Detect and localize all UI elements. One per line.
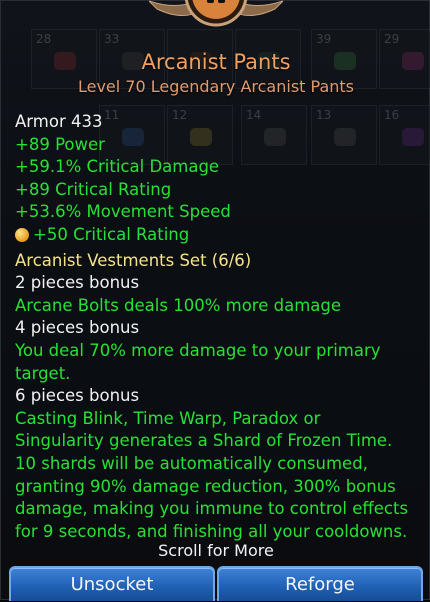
unsocket-button[interactable]: Unsocket xyxy=(9,566,215,601)
set-bonus-6-label: 6 pieces bonus xyxy=(15,386,140,406)
set-bonus-6-text: Singularity generates a Shard of Frozen … xyxy=(15,431,393,451)
move-speed-stat: +53.6% Movement Speed xyxy=(15,202,231,222)
slot-number: 28 xyxy=(36,32,52,46)
set-bonus-6-text: granting 90% damage reduction, 300% bonu… xyxy=(15,476,396,496)
armor-stat: Armor 433 xyxy=(15,112,103,131)
set-bonus-2-text: Arcane Bolts deals 100% more damage xyxy=(15,295,342,315)
gem-bonus-text: +50 Critical Rating xyxy=(33,224,190,244)
set-name: Arcanist Vestments Set (6/6) xyxy=(15,250,252,270)
item-tooltip-panel: 28 33 39 29 11 12 14 13 16 Arcanist Pant… xyxy=(0,0,430,601)
slot-number: 29 xyxy=(384,32,400,46)
scroll-hint: Scroll for More xyxy=(158,541,274,560)
slot-number: 33 xyxy=(104,32,120,46)
orange-gem-icon xyxy=(15,227,29,242)
set-bonus-4-text: target. xyxy=(15,363,71,383)
slot-number: 39 xyxy=(316,32,332,46)
set-bonus-6-text: for 9 seconds, and finishing all your co… xyxy=(15,521,408,541)
power-stat: +89 Power xyxy=(15,134,105,154)
set-bonus-4-text: You deal 70% more damage to your primary xyxy=(15,340,381,360)
item-portrait-ornament xyxy=(149,0,283,27)
set-bonus-2-label: 2 pieces bonus xyxy=(15,273,140,293)
item-details[interactable]: Armor 433 +89 Power +59.1% Critical Dama… xyxy=(15,111,421,543)
gem-bonus-stat: +50 Critical Rating xyxy=(15,224,421,247)
reforge-button[interactable]: Reforge xyxy=(217,566,423,601)
crit-rating-stat: +89 Critical Rating xyxy=(15,179,172,199)
item-subtitle: Level 70 Legendary Arcanist Pants xyxy=(77,77,354,96)
set-bonus-6-text: Casting Blink, Time Warp, Paradox or xyxy=(15,408,321,428)
item-header: Arcanist Pants Level 70 Legendary Arcani… xyxy=(1,49,430,107)
set-bonus-4-label: 4 pieces bonus xyxy=(15,318,140,338)
item-name: Arcanist Pants xyxy=(141,50,291,74)
set-bonus-6-text: damage, making you immune to control eff… xyxy=(15,499,409,519)
set-bonus-6-text: 10 shards will be automatically consumed… xyxy=(15,453,368,473)
crit-damage-stat: +59.1% Critical Damage xyxy=(15,157,220,177)
